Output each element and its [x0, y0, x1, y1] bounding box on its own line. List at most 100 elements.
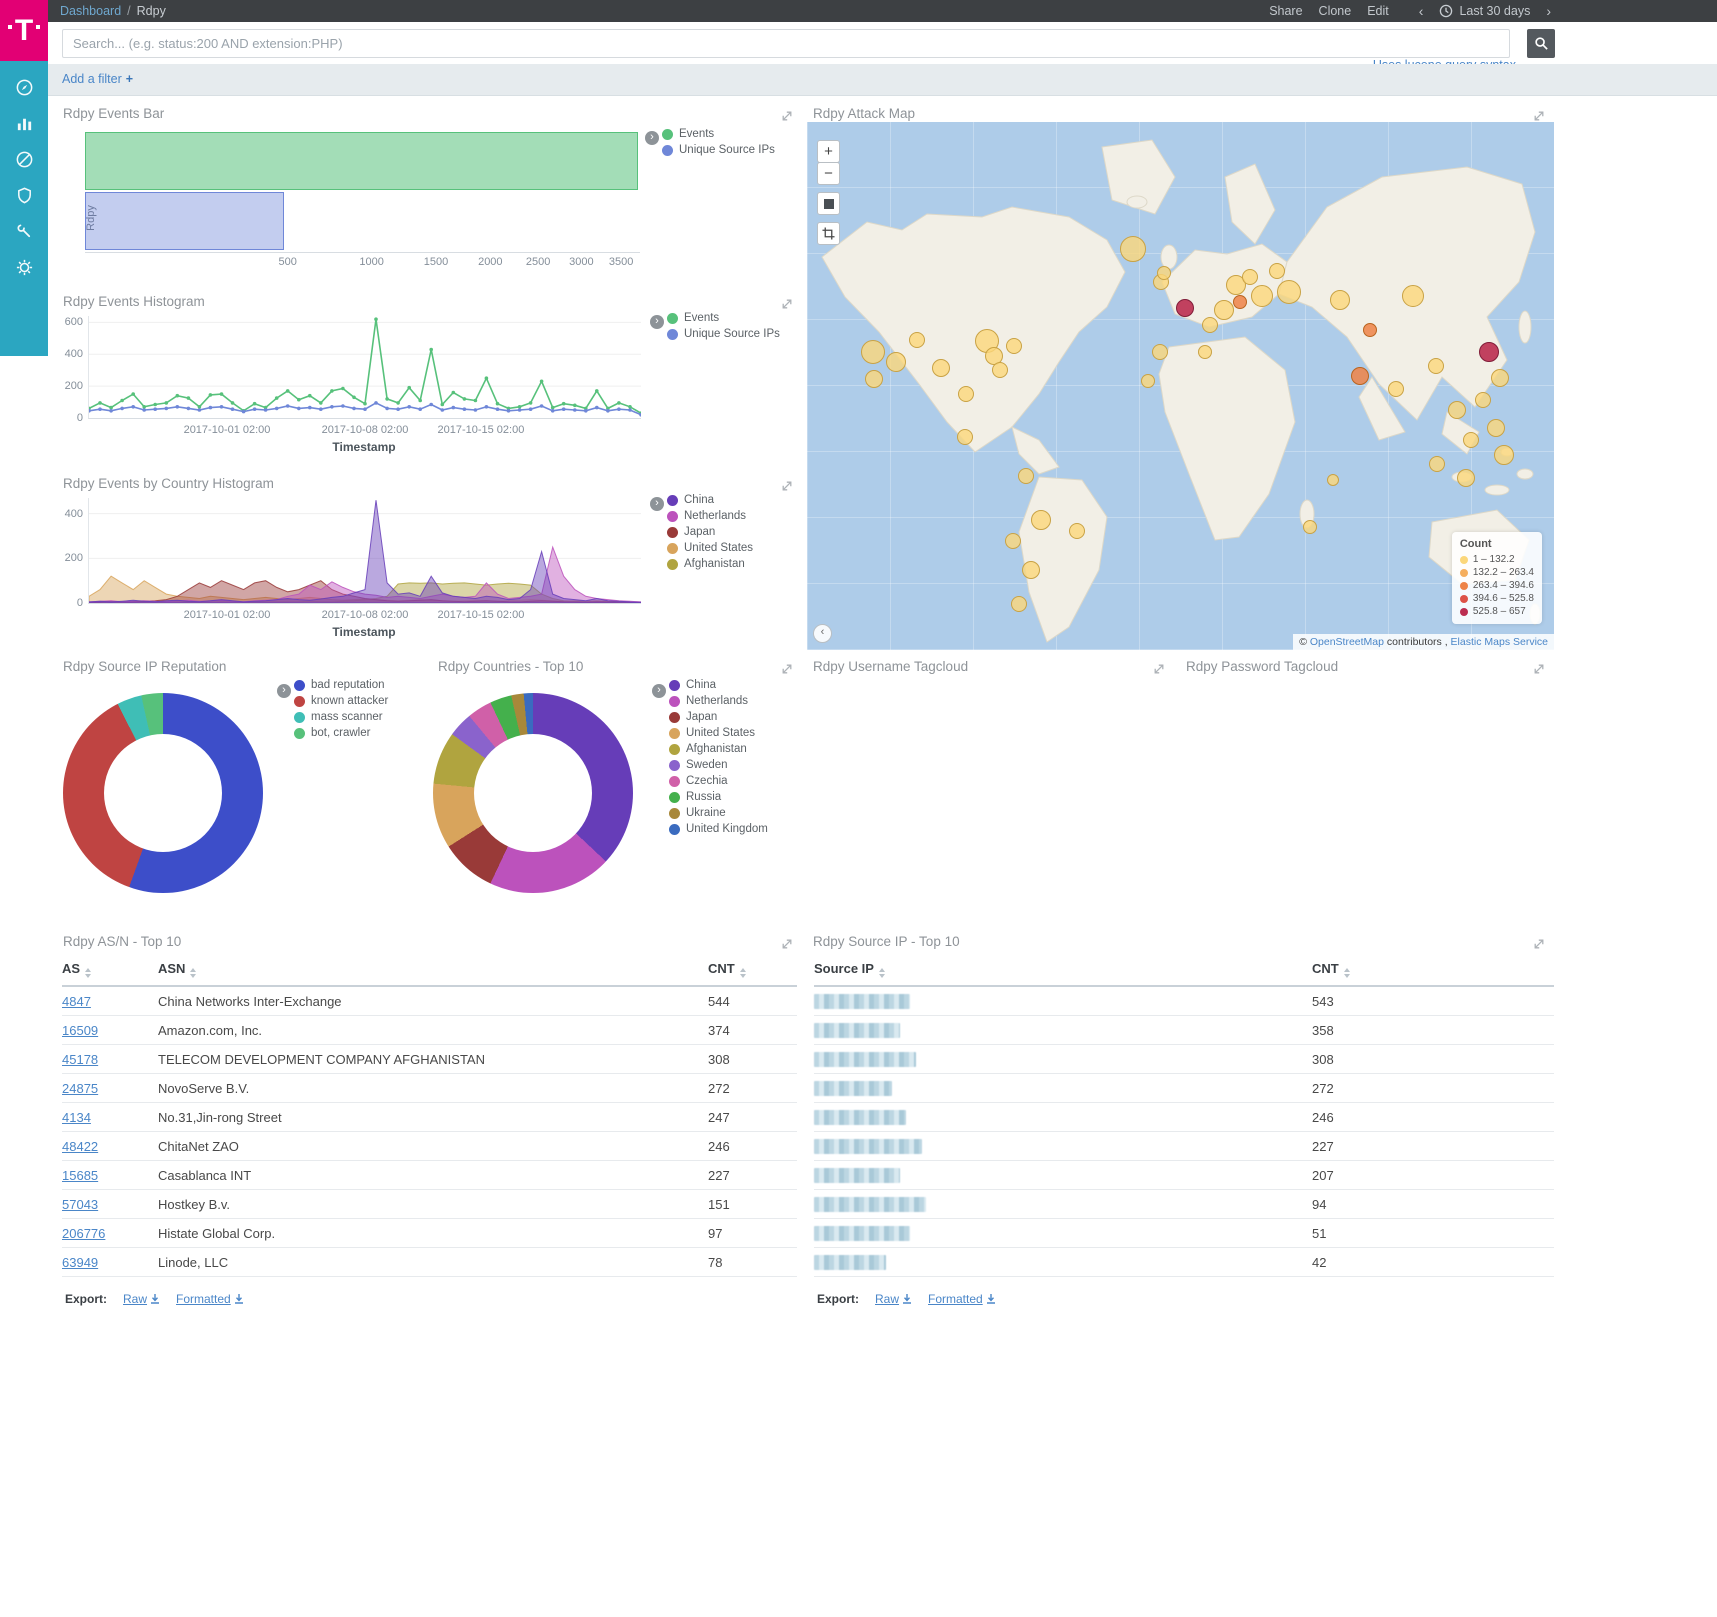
expand-icon[interactable] — [1533, 109, 1545, 121]
share-button[interactable]: Share — [1269, 4, 1302, 18]
sidebar-item-management[interactable] — [0, 249, 48, 285]
attack-circle[interactable] — [1457, 469, 1475, 487]
expand-icon[interactable] — [1533, 937, 1545, 949]
column-header-cnt[interactable]: CNT — [1312, 961, 1554, 978]
sidebar-item-dashboard[interactable] — [0, 141, 48, 177]
legend-toggle-icon[interactable]: › — [650, 315, 664, 329]
expand-icon[interactable] — [781, 662, 793, 674]
draw-filter-button[interactable] — [817, 222, 840, 245]
attack-circle[interactable] — [1011, 596, 1027, 612]
clone-button[interactable]: Clone — [1319, 4, 1352, 18]
legend-item[interactable]: Czechia — [669, 775, 768, 787]
legend-item[interactable]: Events — [662, 128, 775, 140]
legend-item[interactable]: Afghanistan — [667, 558, 753, 570]
attack-circle[interactable] — [1487, 419, 1505, 437]
legend-item[interactable]: Japan — [669, 711, 768, 723]
attack-circle[interactable] — [1402, 285, 1424, 307]
legend-item[interactable]: Netherlands — [667, 510, 753, 522]
attack-circle[interactable] — [861, 340, 885, 364]
attack-circle[interactable] — [958, 386, 974, 402]
attack-circle[interactable] — [1069, 523, 1085, 539]
add-filter-button[interactable]: Add a filter+ — [62, 72, 133, 86]
edit-button[interactable]: Edit — [1367, 4, 1389, 18]
as-link[interactable]: 57043 — [62, 1197, 98, 1212]
countries-donut-chart[interactable] — [433, 693, 633, 893]
attack-circle[interactable] — [1018, 468, 1034, 484]
as-link[interactable]: 48422 — [62, 1139, 98, 1154]
attack-circle[interactable] — [1152, 344, 1168, 360]
attack-circle[interactable] — [1327, 474, 1339, 486]
legend-toggle-icon[interactable]: › — [645, 131, 659, 145]
bar-unique-source-ips[interactable] — [85, 192, 284, 250]
time-picker[interactable]: Last 30 days — [1439, 4, 1530, 18]
attack-circle[interactable] — [1463, 432, 1479, 448]
as-link[interactable]: 4134 — [62, 1110, 91, 1125]
legend-toggle-icon[interactable]: › — [277, 684, 291, 698]
attack-circle[interactable] — [1157, 266, 1171, 280]
legend-item[interactable]: bad reputation — [294, 679, 388, 691]
export-raw-link[interactable]: Raw — [123, 1292, 160, 1306]
as-link[interactable]: 63949 — [62, 1255, 98, 1270]
legend-item[interactable]: China — [667, 494, 753, 506]
attack-circle[interactable] — [1031, 510, 1051, 530]
attack-circle[interactable] — [1363, 323, 1377, 337]
attack-circle[interactable] — [1233, 295, 1247, 309]
legend-item[interactable]: Afghanistan — [669, 743, 768, 755]
attack-circle[interactable] — [1006, 338, 1022, 354]
attack-circle[interactable] — [1120, 236, 1146, 262]
legend-item[interactable]: Netherlands — [669, 695, 768, 707]
attack-circle[interactable] — [1214, 300, 1234, 320]
elastic-maps-link[interactable]: Elastic Maps Service — [1451, 636, 1548, 648]
legend-item[interactable]: United States — [669, 727, 768, 739]
attack-circle[interactable] — [932, 359, 950, 377]
attack-circle[interactable] — [1448, 401, 1466, 419]
attack-circle[interactable] — [909, 332, 925, 348]
breadcrumb-dashboard-link[interactable]: Dashboard — [60, 4, 121, 18]
attack-circle[interactable] — [1251, 285, 1273, 307]
attack-circle[interactable] — [1141, 374, 1155, 388]
attack-circle[interactable] — [1479, 342, 1499, 362]
as-link[interactable]: 206776 — [62, 1226, 105, 1241]
legend-item[interactable]: United States — [667, 542, 753, 554]
attack-circle[interactable] — [1494, 445, 1514, 465]
attack-circle[interactable] — [886, 352, 906, 372]
attack-circle[interactable] — [865, 370, 883, 388]
legend-item[interactable]: United Kingdom — [669, 823, 768, 835]
zoom-out-button[interactable]: − — [817, 162, 840, 185]
legend-item[interactable]: Russia — [669, 791, 768, 803]
legend-item[interactable]: Events — [667, 312, 780, 324]
attack-circle[interactable] — [1269, 263, 1285, 279]
attack-circle[interactable] — [1202, 317, 1218, 333]
column-header-asn[interactable]: ASN — [158, 961, 708, 978]
expand-icon[interactable] — [781, 109, 793, 121]
as-link[interactable]: 4847 — [62, 994, 91, 1009]
as-link[interactable]: 45178 — [62, 1052, 98, 1067]
expand-icon[interactable] — [1153, 662, 1165, 674]
sidebar-item-visualize[interactable] — [0, 105, 48, 141]
as-link[interactable]: 24875 — [62, 1081, 98, 1096]
attack-circle[interactable] — [1475, 392, 1491, 408]
export-formatted-link[interactable]: Formatted — [928, 1292, 996, 1306]
bar-events[interactable] — [85, 132, 638, 190]
expand-icon[interactable] — [1533, 662, 1545, 674]
legend-item[interactable]: Unique Source IPs — [667, 328, 780, 340]
attack-circle[interactable] — [1330, 290, 1350, 310]
attack-circle[interactable] — [957, 429, 973, 445]
attack-circle[interactable] — [1428, 358, 1444, 374]
fit-bounds-button[interactable] — [817, 192, 840, 215]
openstreetmap-link[interactable]: OpenStreetMap — [1310, 636, 1384, 648]
column-header-source-ip[interactable]: Source IP — [814, 961, 1312, 978]
legend-item[interactable]: Sweden — [669, 759, 768, 771]
attack-circle[interactable] — [1176, 299, 1194, 317]
sidebar-item-discover[interactable] — [0, 69, 48, 105]
legend-item[interactable]: bot, crawler — [294, 727, 388, 739]
attack-circle[interactable] — [1277, 280, 1301, 304]
attack-circle[interactable] — [1351, 367, 1369, 385]
telekom-logo[interactable]: T — [0, 0, 48, 61]
time-forward-button[interactable]: › — [1546, 3, 1551, 19]
legend-item[interactable]: Japan — [667, 526, 753, 538]
attack-circle[interactable] — [992, 362, 1008, 378]
attack-circle[interactable] — [1303, 520, 1317, 534]
legend-item[interactable]: China — [669, 679, 768, 691]
zoom-in-button[interactable]: + — [817, 140, 840, 163]
